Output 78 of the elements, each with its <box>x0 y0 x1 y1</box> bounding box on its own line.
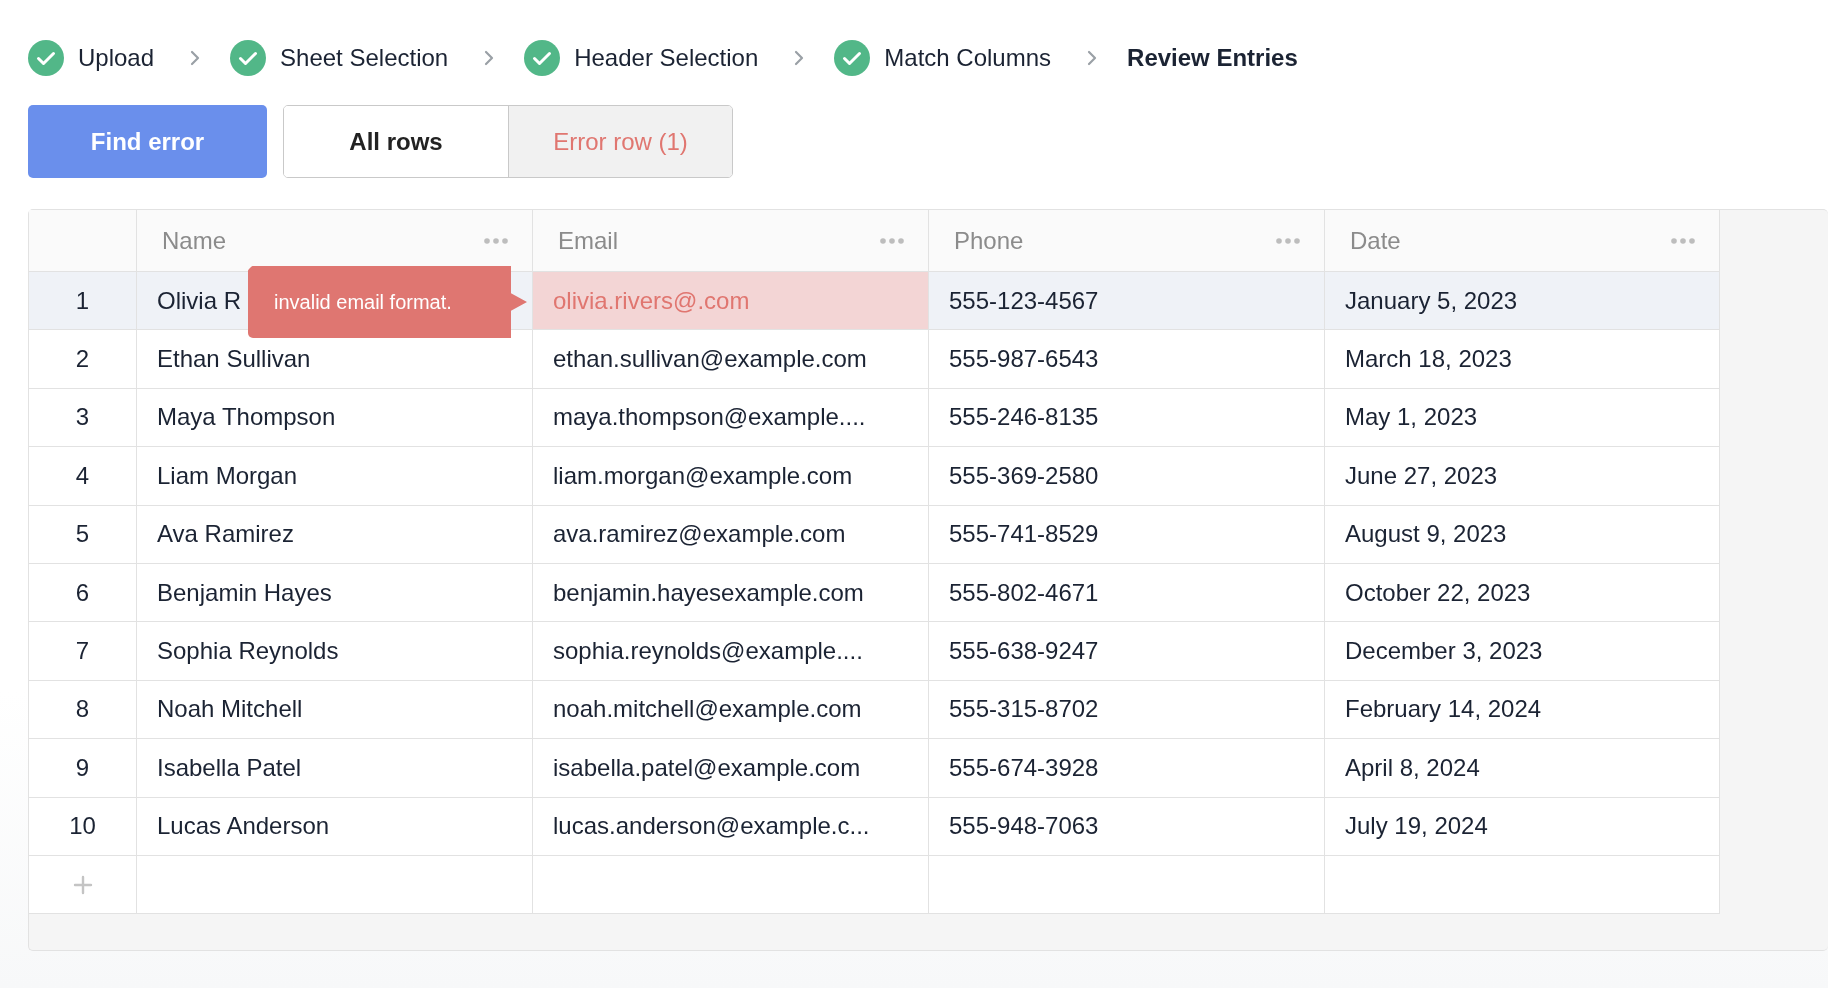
table-cell: Maya Thompson <box>137 388 533 448</box>
table-cell: Ethan Sullivan <box>137 330 533 389</box>
table-cell: benjamin.hayesexample.com <box>533 563 929 623</box>
table-cell: Isabella Patel <box>137 739 533 798</box>
row-number: 2 <box>29 330 137 389</box>
table-cell: 555-246-8135 <box>929 388 1325 448</box>
table-cell: isabella.patel@example.com <box>533 739 929 798</box>
more-icon[interactable] <box>1276 237 1300 244</box>
chevron-icon <box>190 50 201 66</box>
table-cell: February 14, 2024 <box>1325 680 1720 740</box>
table-cell: July 19, 2024 <box>1325 797 1720 856</box>
row-number: 3 <box>29 388 137 448</box>
table-cell: maya.thompson@example.... <box>533 388 929 448</box>
column-title: Phone <box>954 226 1024 255</box>
table-cell: liam.morgan@example.com <box>533 447 929 506</box>
table-cell: lucas.anderson@example.c... <box>533 797 929 856</box>
filter-tab[interactable]: Error row (1) <box>508 106 732 177</box>
table-cell: 555-638-9247 <box>929 622 1325 681</box>
table-cell: 555-123-4567 <box>929 272 1325 331</box>
chevron-icon <box>1087 50 1098 66</box>
step-label: Sheet Selection <box>280 44 449 72</box>
step-label: Header Selection <box>574 44 759 72</box>
table-cell: ava.ramirez@example.com <box>533 505 929 564</box>
table-cell: October 22, 2023 <box>1325 563 1720 623</box>
table-cell: ethan.sullivan@example.com <box>533 330 929 389</box>
table-cell: noah.mitchell@example.com <box>533 680 929 740</box>
table-cell: Benjamin Hayes <box>137 563 533 623</box>
column-title: Email <box>558 226 618 255</box>
table-cell: Liam Morgan <box>137 447 533 506</box>
table-cell: sophia.reynolds@example.... <box>533 622 929 681</box>
table-cell: May 1, 2023 <box>1325 388 1720 448</box>
table-cell: March 18, 2023 <box>1325 330 1720 389</box>
chevron-icon <box>484 50 495 66</box>
step-label: Upload <box>78 44 155 72</box>
empty-cell[interactable] <box>533 855 929 915</box>
table-cell: Noah Mitchell <box>137 680 533 740</box>
table-cell: Sophia Reynolds <box>137 622 533 681</box>
row-number: 9 <box>29 739 137 798</box>
more-icon[interactable] <box>484 237 508 244</box>
table-cell: January 5, 2023 <box>1325 272 1720 331</box>
column-header[interactable]: Name <box>137 210 533 272</box>
table-cell: 555-674-3928 <box>929 739 1325 798</box>
empty-cell[interactable] <box>1325 855 1720 915</box>
table-cell: Lucas Anderson <box>137 797 533 856</box>
chevron-icon <box>794 50 805 66</box>
table-cell: April 8, 2024 <box>1325 739 1720 798</box>
plus-icon[interactable] <box>72 874 93 895</box>
table-cell: Ava Ramirez <box>137 505 533 564</box>
row-number: 5 <box>29 505 137 564</box>
more-icon[interactable] <box>1671 237 1695 244</box>
table-cell: olivia.rivers@.com <box>533 272 929 331</box>
table-cell: 555-315-8702 <box>929 680 1325 740</box>
row-number: 1 <box>29 272 137 331</box>
table-cell: June 27, 2023 <box>1325 447 1720 506</box>
table-cell: 555-987-6543 <box>929 330 1325 389</box>
table-cell: 555-369-2580 <box>929 447 1325 506</box>
more-icon[interactable] <box>880 237 904 244</box>
find-error-button[interactable]: Find error <box>28 105 267 178</box>
column-title: Date <box>1350 226 1401 255</box>
table-cell: August 9, 2023 <box>1325 505 1720 564</box>
column-title: Name <box>162 226 227 255</box>
row-number: 7 <box>29 622 137 681</box>
column-header[interactable]: Date <box>1325 210 1720 272</box>
step-label: Review Entries <box>1127 44 1298 72</box>
row-number: 6 <box>29 563 137 623</box>
table-cell: 555-948-7063 <box>929 797 1325 856</box>
row-number: 10 <box>29 797 137 856</box>
empty-cell[interactable] <box>929 855 1325 915</box>
column-header[interactable]: Phone <box>929 210 1325 272</box>
error-tooltip: invalid email format. <box>248 266 527 338</box>
empty-cell[interactable] <box>137 855 533 915</box>
table-cell: December 3, 2023 <box>1325 622 1720 681</box>
table-cell: 555-802-4671 <box>929 563 1325 623</box>
column-header[interactable]: Email <box>533 210 929 272</box>
row-number: 8 <box>29 680 137 740</box>
step-label: Match Columns <box>884 44 1052 72</box>
row-number: 4 <box>29 447 137 506</box>
table-cell: 555-741-8529 <box>929 505 1325 564</box>
